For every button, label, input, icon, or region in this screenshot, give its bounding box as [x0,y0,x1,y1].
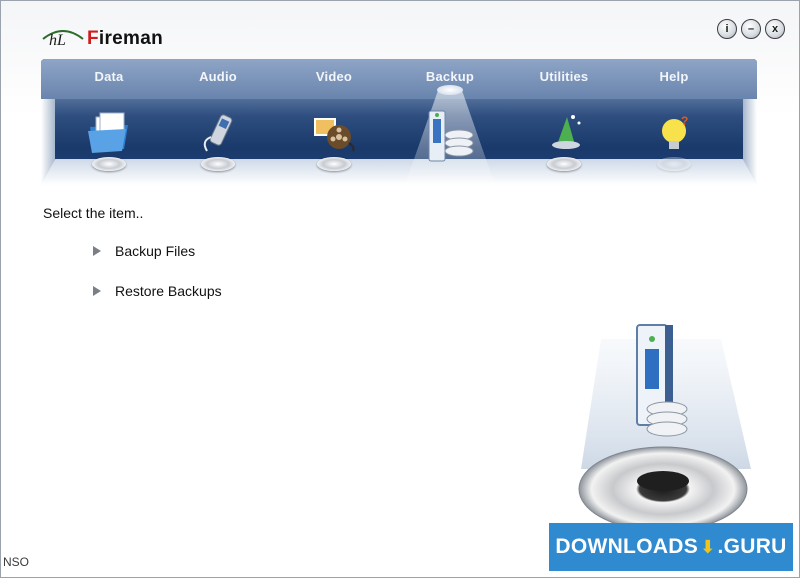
app-window: hL Fireman i – x Data Audio Video Backup… [0,0,800,578]
backup-illustration-icon [578,324,751,532]
tab-label: Utilities [539,69,589,84]
downloads-guru-watermark: DOWNLOADS ⬇ .GURU [549,523,793,571]
triangle-right-icon [93,246,101,256]
info-button[interactable]: i [717,19,737,39]
tab-label: Video [315,69,353,84]
svg-text:?: ? [681,114,688,128]
spotlight-icon [437,85,463,95]
magic-hat-icon [552,115,581,149]
tab-label: Backup [425,69,475,84]
folder-documents-icon [88,112,128,153]
download-arrow-icon: ⬇ [700,536,716,557]
mp3-player-icon [203,114,233,152]
backup-files-item[interactable]: Backup Files [93,241,195,261]
main-nav: Data Audio Video Backup Utilities Help ? [41,59,757,185]
app-logo: hL Fireman [41,25,181,51]
tab-label: Help [659,69,689,84]
hl-logo-icon: hL [42,30,84,47]
tab-help[interactable]: Help ? [619,59,729,185]
disc-icon [547,157,581,171]
close-button[interactable]: x [765,19,785,39]
triangle-right-icon [93,286,101,296]
disc-icon [201,157,235,171]
tab-backup[interactable]: Backup [395,59,505,185]
disc-icon [92,157,126,171]
tab-utilities[interactable]: Utilities [509,59,619,185]
tab-data[interactable]: Data [54,59,164,185]
tab-label: Audio [199,69,237,84]
item-label: Restore Backups [115,283,222,299]
app-title: Fireman [87,28,164,49]
hard-drive-icon [428,110,474,162]
svg-text:hL: hL [49,32,66,47]
tab-audio[interactable]: Audio [163,59,273,185]
window-controls: i – x [717,19,785,39]
page-prompt: Select the item.. [43,205,144,221]
restore-backups-item[interactable]: Restore Backups [93,281,222,301]
disc-icon [317,157,351,171]
corner-label: NSO [3,555,30,569]
tab-label: Data [94,69,124,84]
film-reel-icon [314,118,355,152]
minimize-button[interactable]: – [741,19,761,39]
tab-video[interactable]: Video [279,59,389,185]
item-label: Backup Files [115,243,196,259]
light-bulb-icon: ? [662,114,688,149]
disc-icon [657,157,691,171]
